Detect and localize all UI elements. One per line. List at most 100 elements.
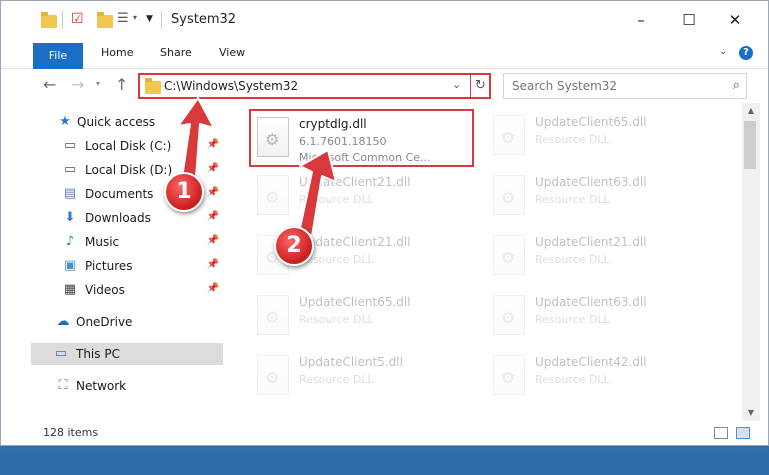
file-name: UpdateClient5.dll	[299, 355, 403, 369]
help-icon[interactable]: ?	[739, 46, 753, 60]
file-item[interactable]: UpdateClient5.dll Resource DLL	[251, 349, 476, 407]
scroll-down-icon[interactable]: ▼	[742, 405, 760, 421]
maximize-button[interactable]: ☐	[677, 9, 701, 31]
refresh-button[interactable]: ↻	[470, 75, 490, 97]
sidebar-item-network[interactable]: ⛶ Network	[1, 375, 223, 397]
pin-icon[interactable]: 📌	[207, 211, 219, 222]
minimize-button[interactable]: –	[629, 9, 653, 31]
details-view-icon[interactable]	[714, 427, 728, 439]
navigation-pane: ★ Quick access ▭ Local Disk (C:) 📌 ▭ Loc…	[1, 103, 227, 421]
sidebar-item-local-disk-c[interactable]: ▭ Local Disk (C:) 📌	[1, 135, 223, 157]
large-icons-view-icon[interactable]	[736, 427, 750, 439]
close-button[interactable]: ✕	[723, 9, 747, 31]
address-bar[interactable]: C:\Windows\System32 ⌄ ↻	[138, 73, 491, 99]
sidebar-item-onedrive[interactable]: ☁ OneDrive	[1, 311, 223, 333]
dll-file-icon	[257, 295, 289, 335]
ribbon-tabs: File Home Share View ⌄ ?	[1, 39, 768, 69]
customize-icon[interactable]: ☰	[117, 11, 129, 26]
sidebar-item-videos[interactable]: ▦ Videos 📌	[1, 279, 223, 301]
new-folder-icon[interactable]	[97, 12, 113, 28]
file-description: Resource DLL	[535, 253, 610, 266]
tab-home[interactable]: Home	[101, 46, 133, 59]
network-icon: ⛶	[58, 378, 68, 393]
scroll-up-icon[interactable]: ▲	[742, 103, 760, 119]
tab-view[interactable]: View	[219, 46, 245, 59]
music-icon: ♪	[65, 234, 75, 249]
dll-file-icon	[257, 355, 289, 395]
onedrive-icon: ☁	[56, 314, 70, 329]
sidebar-item-label: OneDrive	[76, 315, 133, 329]
dll-file-icon	[257, 117, 289, 157]
sidebar-item-quick-access[interactable]: ★ Quick access	[1, 111, 223, 133]
file-item[interactable]: UpdateClient65.dll Resource DLL	[487, 109, 712, 167]
window-title: System32	[171, 12, 237, 27]
pin-icon[interactable]: 📌	[207, 139, 219, 150]
pin-icon[interactable]: 📌	[207, 235, 219, 246]
address-path[interactable]: C:\Windows\System32	[164, 79, 298, 93]
sidebar-item-label: Documents	[85, 187, 154, 201]
sidebar-item-pictures[interactable]: ▣ Pictures 📌	[1, 255, 223, 277]
file-description: Resource DLL	[299, 313, 374, 326]
scrollbar-thumb[interactable]	[744, 121, 756, 169]
sidebar-item-label: This PC	[76, 347, 120, 361]
file-item[interactable]: UpdateClient21.dll Resource DLL	[251, 169, 476, 227]
dll-file-icon	[493, 355, 525, 395]
sidebar-item-this-pc[interactable]: ▭ This PC	[31, 343, 223, 365]
file-name: cryptdlg.dll	[299, 117, 367, 131]
file-name: UpdateClient65.dll	[299, 295, 411, 309]
file-name: UpdateClient65.dll	[535, 115, 647, 129]
chevron-down-icon[interactable]: ⌄	[452, 78, 461, 91]
file-item-cryptdlg[interactable]: cryptdlg.dll 6.1.7601.18150 Microsoft Co…	[249, 109, 474, 167]
dll-file-icon	[257, 175, 289, 215]
up-arrow-icon[interactable]: ↑	[115, 75, 128, 94]
sidebar-item-label: Quick access	[77, 115, 156, 129]
file-version: 6.1.7601.18150	[299, 135, 387, 148]
expand-ribbon-icon[interactable]: ⌄	[719, 46, 727, 57]
file-name: UpdateClient21.dll	[535, 235, 647, 249]
qa-dropdown-icon[interactable]: ▾	[133, 13, 137, 22]
back-arrow-icon[interactable]: ←	[43, 75, 56, 94]
address-row: ← → ▾ ↑ C:\Windows\System32 ⌄ ↻ ⌕	[1, 69, 768, 103]
search-icon[interactable]: ⌕	[733, 78, 740, 93]
sidebar-item-label: Downloads	[85, 211, 151, 225]
pin-icon[interactable]: 📌	[207, 187, 219, 198]
file-item[interactable]: UpdateClient21.dll Resource DLL	[487, 229, 712, 287]
file-item[interactable]: UpdateClient65.dll Resource DLL	[251, 289, 476, 347]
vertical-scrollbar[interactable]: ▲ ▼	[742, 103, 760, 421]
divider	[62, 11, 63, 29]
qa-toolbar-chevron-icon[interactable]: ▼	[146, 14, 153, 24]
sidebar-item-label: Local Disk (D:)	[85, 163, 173, 177]
sidebar-item-label: Network	[76, 379, 127, 393]
pin-icon[interactable]: 📌	[207, 283, 219, 294]
dll-file-icon	[493, 115, 525, 155]
pictures-icon: ▣	[63, 258, 77, 273]
pin-icon[interactable]: 📌	[207, 163, 219, 174]
tab-file[interactable]: File	[33, 43, 83, 69]
pin-icon[interactable]: 📌	[207, 259, 219, 270]
divider	[161, 11, 162, 29]
file-list: cryptdlg.dll 6.1.7601.18150 Microsoft Co…	[233, 103, 741, 421]
search-box[interactable]: ⌕	[503, 73, 747, 99]
file-item[interactable]: UpdateClient42.dll Resource DLL	[487, 349, 712, 407]
file-item[interactable]: UpdateClient63.dll Resource DLL	[487, 169, 712, 227]
forward-arrow-icon[interactable]: →	[71, 75, 84, 94]
explorer-window: ☑ ☰ ▾ ▼ System32 – ☐ ✕ File Home Share V…	[0, 0, 769, 446]
dll-file-icon	[493, 235, 525, 275]
tab-share[interactable]: Share	[160, 46, 192, 59]
star-icon: ★	[59, 114, 71, 129]
recent-locations-icon[interactable]: ▾	[96, 79, 100, 88]
file-description: Resource DLL	[535, 193, 610, 206]
file-name: UpdateClient21.dll	[299, 175, 411, 189]
properties-icon[interactable]: ☑	[71, 11, 84, 27]
file-description: Microsoft Common Ce...	[299, 151, 431, 164]
this-pc-icon: ▭	[54, 346, 68, 361]
search-input[interactable]	[512, 75, 722, 97]
file-description: Resource DLL	[299, 193, 374, 206]
file-name: UpdateClient63.dll	[535, 175, 647, 189]
file-description: Resource DLL	[535, 133, 610, 146]
sidebar-item-music[interactable]: ♪ Music 📌	[1, 231, 223, 253]
file-description: Resource DLL	[535, 313, 610, 326]
file-item[interactable]: UpdateClient63.dll Resource DLL	[487, 289, 712, 347]
videos-icon: ▦	[63, 282, 77, 297]
file-description: Resource DLL	[535, 373, 610, 386]
